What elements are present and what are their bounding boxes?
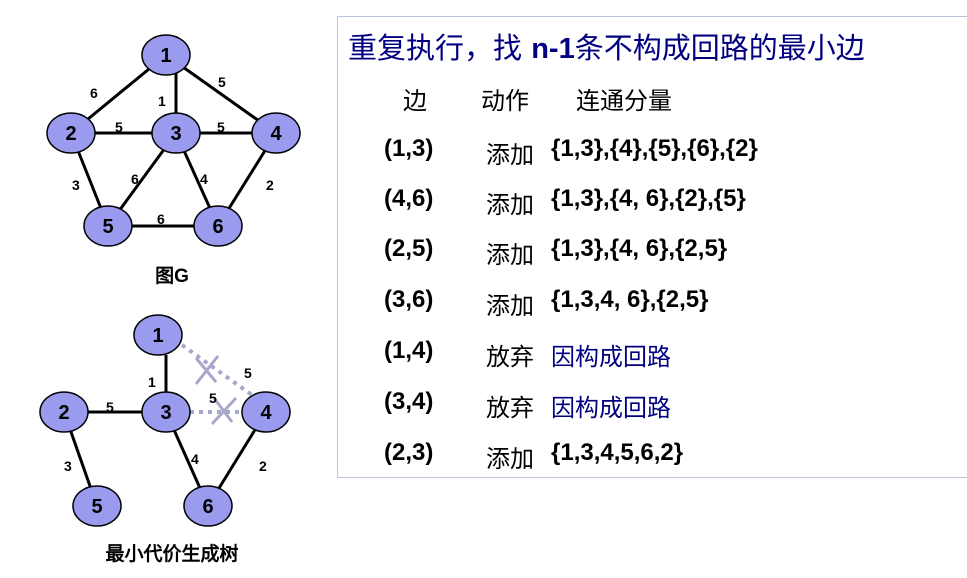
step-components: {1,3},{4, 6},{2},{5} — [551, 185, 746, 212]
weight-2-3: 5 — [115, 119, 123, 135]
header-edge: 边 — [403, 87, 427, 115]
mst-weight-4-6: 2 — [259, 458, 267, 474]
node-label: 1 — [160, 45, 171, 67]
step-action: 添加 — [486, 292, 534, 320]
step-row: (3,4) 放弃 因构成回路 — [338, 388, 958, 428]
step-components: {1,3,4,5,6,2} — [551, 439, 684, 466]
step-action: 添加 — [486, 141, 534, 169]
step-edge: (3,6) — [384, 286, 434, 313]
title-prefix: 重复执行，找 — [348, 31, 532, 65]
weight-1-2: 6 — [90, 85, 98, 101]
mst-node-1: 1 — [133, 314, 183, 356]
mst-weight-2-5: 3 — [64, 458, 72, 474]
graph-g-caption: 图G — [155, 265, 189, 287]
node-label: 4 — [260, 402, 272, 424]
step-action: 添加 — [486, 241, 534, 269]
graphs-canvas: 6 1 5 5 5 3 6 4 2 6 1 2 3 4 5 6 图G 1 5 3… — [39, 34, 301, 565]
weight-3-5: 6 — [131, 171, 139, 187]
mst-node-6: 6 — [183, 485, 233, 527]
node-label: 4 — [270, 123, 282, 145]
node-label: 6 — [202, 496, 213, 518]
step-row: (2,3) 添加 {1,3,4,5,6,2} — [338, 439, 958, 479]
mst-weight-1-3: 1 — [148, 374, 156, 390]
step-row: (4,6) 添加 {1,3},{4, 6},{2},{5} — [338, 185, 958, 225]
panel-title: 重复执行，找 n-1条不构成回路的最小边 — [348, 25, 865, 67]
step-action: 添加 — [486, 191, 534, 219]
mst-caption: 最小代价生成树 — [105, 542, 238, 565]
weight-1-3: 1 — [158, 93, 166, 109]
weight-3-4: 5 — [217, 119, 225, 135]
step-action: 放弃 — [486, 394, 534, 422]
node-3: 3 — [151, 112, 201, 154]
header-action: 动作 — [481, 87, 529, 115]
node-label: 2 — [58, 402, 69, 424]
step-action: 添加 — [486, 445, 534, 473]
step-reason: 因构成回路 — [551, 343, 671, 371]
step-edge: (3,4) — [384, 388, 434, 415]
mst-weight-3-4: 5 — [209, 390, 217, 406]
graph-g: 6 1 5 5 5 3 6 4 2 6 1 2 3 4 5 6 图G — [46, 34, 301, 287]
weight-1-4: 5 — [218, 74, 226, 90]
weight-5-6: 6 — [157, 211, 165, 227]
step-edge: (1,4) — [384, 337, 434, 364]
weight-2-5: 3 — [72, 177, 80, 193]
node-label: 6 — [212, 216, 223, 238]
step-components: {1,3},{4},{5},{6},{2} — [551, 135, 758, 162]
mst-node-2: 2 — [39, 391, 89, 433]
step-reason: 因构成回路 — [551, 394, 671, 422]
node-label: 1 — [152, 325, 163, 347]
step-row: (1,3) 添加 {1,3},{4},{5},{6},{2} — [338, 135, 958, 175]
mst-node-4: 4 — [241, 391, 291, 433]
node-label: 5 — [102, 216, 113, 238]
node-label: 3 — [170, 123, 181, 145]
kruskal-steps-panel: 重复执行，找 n-1条不构成回路的最小边 边 动作 连通分量 (1,3) 添加 … — [337, 16, 967, 478]
node-6: 6 — [193, 205, 243, 247]
title-bold: n-1 — [531, 33, 575, 65]
step-edge: (2,5) — [384, 235, 434, 262]
node-label: 2 — [65, 123, 76, 145]
mst-weight-1-4: 5 — [244, 365, 252, 381]
mst-node-3: 3 — [141, 391, 191, 433]
step-edge: (2,3) — [384, 439, 434, 466]
weight-4-6: 2 — [266, 177, 274, 193]
step-components: {1,3},{4, 6},{2,5} — [551, 235, 728, 262]
weight-3-6: 4 — [200, 171, 208, 187]
mst-weight-3-6: 4 — [191, 451, 199, 467]
node-5: 5 — [83, 205, 133, 247]
node-1: 1 — [141, 34, 191, 76]
step-edge: (1,3) — [384, 135, 434, 162]
step-row: (3,6) 添加 {1,3,4, 6},{2,5} — [338, 286, 958, 326]
step-row: (1,4) 放弃 因构成回路 — [338, 337, 958, 377]
mst-graph: 1 5 3 4 2 5 5 1 2 3 4 5 6 最小代价生成树 — [39, 314, 291, 565]
node-2: 2 — [46, 112, 96, 154]
header-components: 连通分量 — [576, 87, 672, 115]
step-row: (2,5) 添加 {1,3},{4, 6},{2,5} — [338, 235, 958, 275]
title-suffix: 条不构成回路的最小边 — [574, 31, 865, 65]
node-label: 3 — [160, 402, 171, 424]
step-edge: (4,6) — [384, 185, 434, 212]
mst-node-5: 5 — [72, 485, 122, 527]
step-action: 放弃 — [486, 343, 534, 371]
step-components: {1,3,4, 6},{2,5} — [551, 286, 709, 313]
node-label: 5 — [91, 496, 102, 518]
mst-weight-2-3: 5 — [106, 399, 114, 415]
node-4: 4 — [251, 112, 301, 154]
